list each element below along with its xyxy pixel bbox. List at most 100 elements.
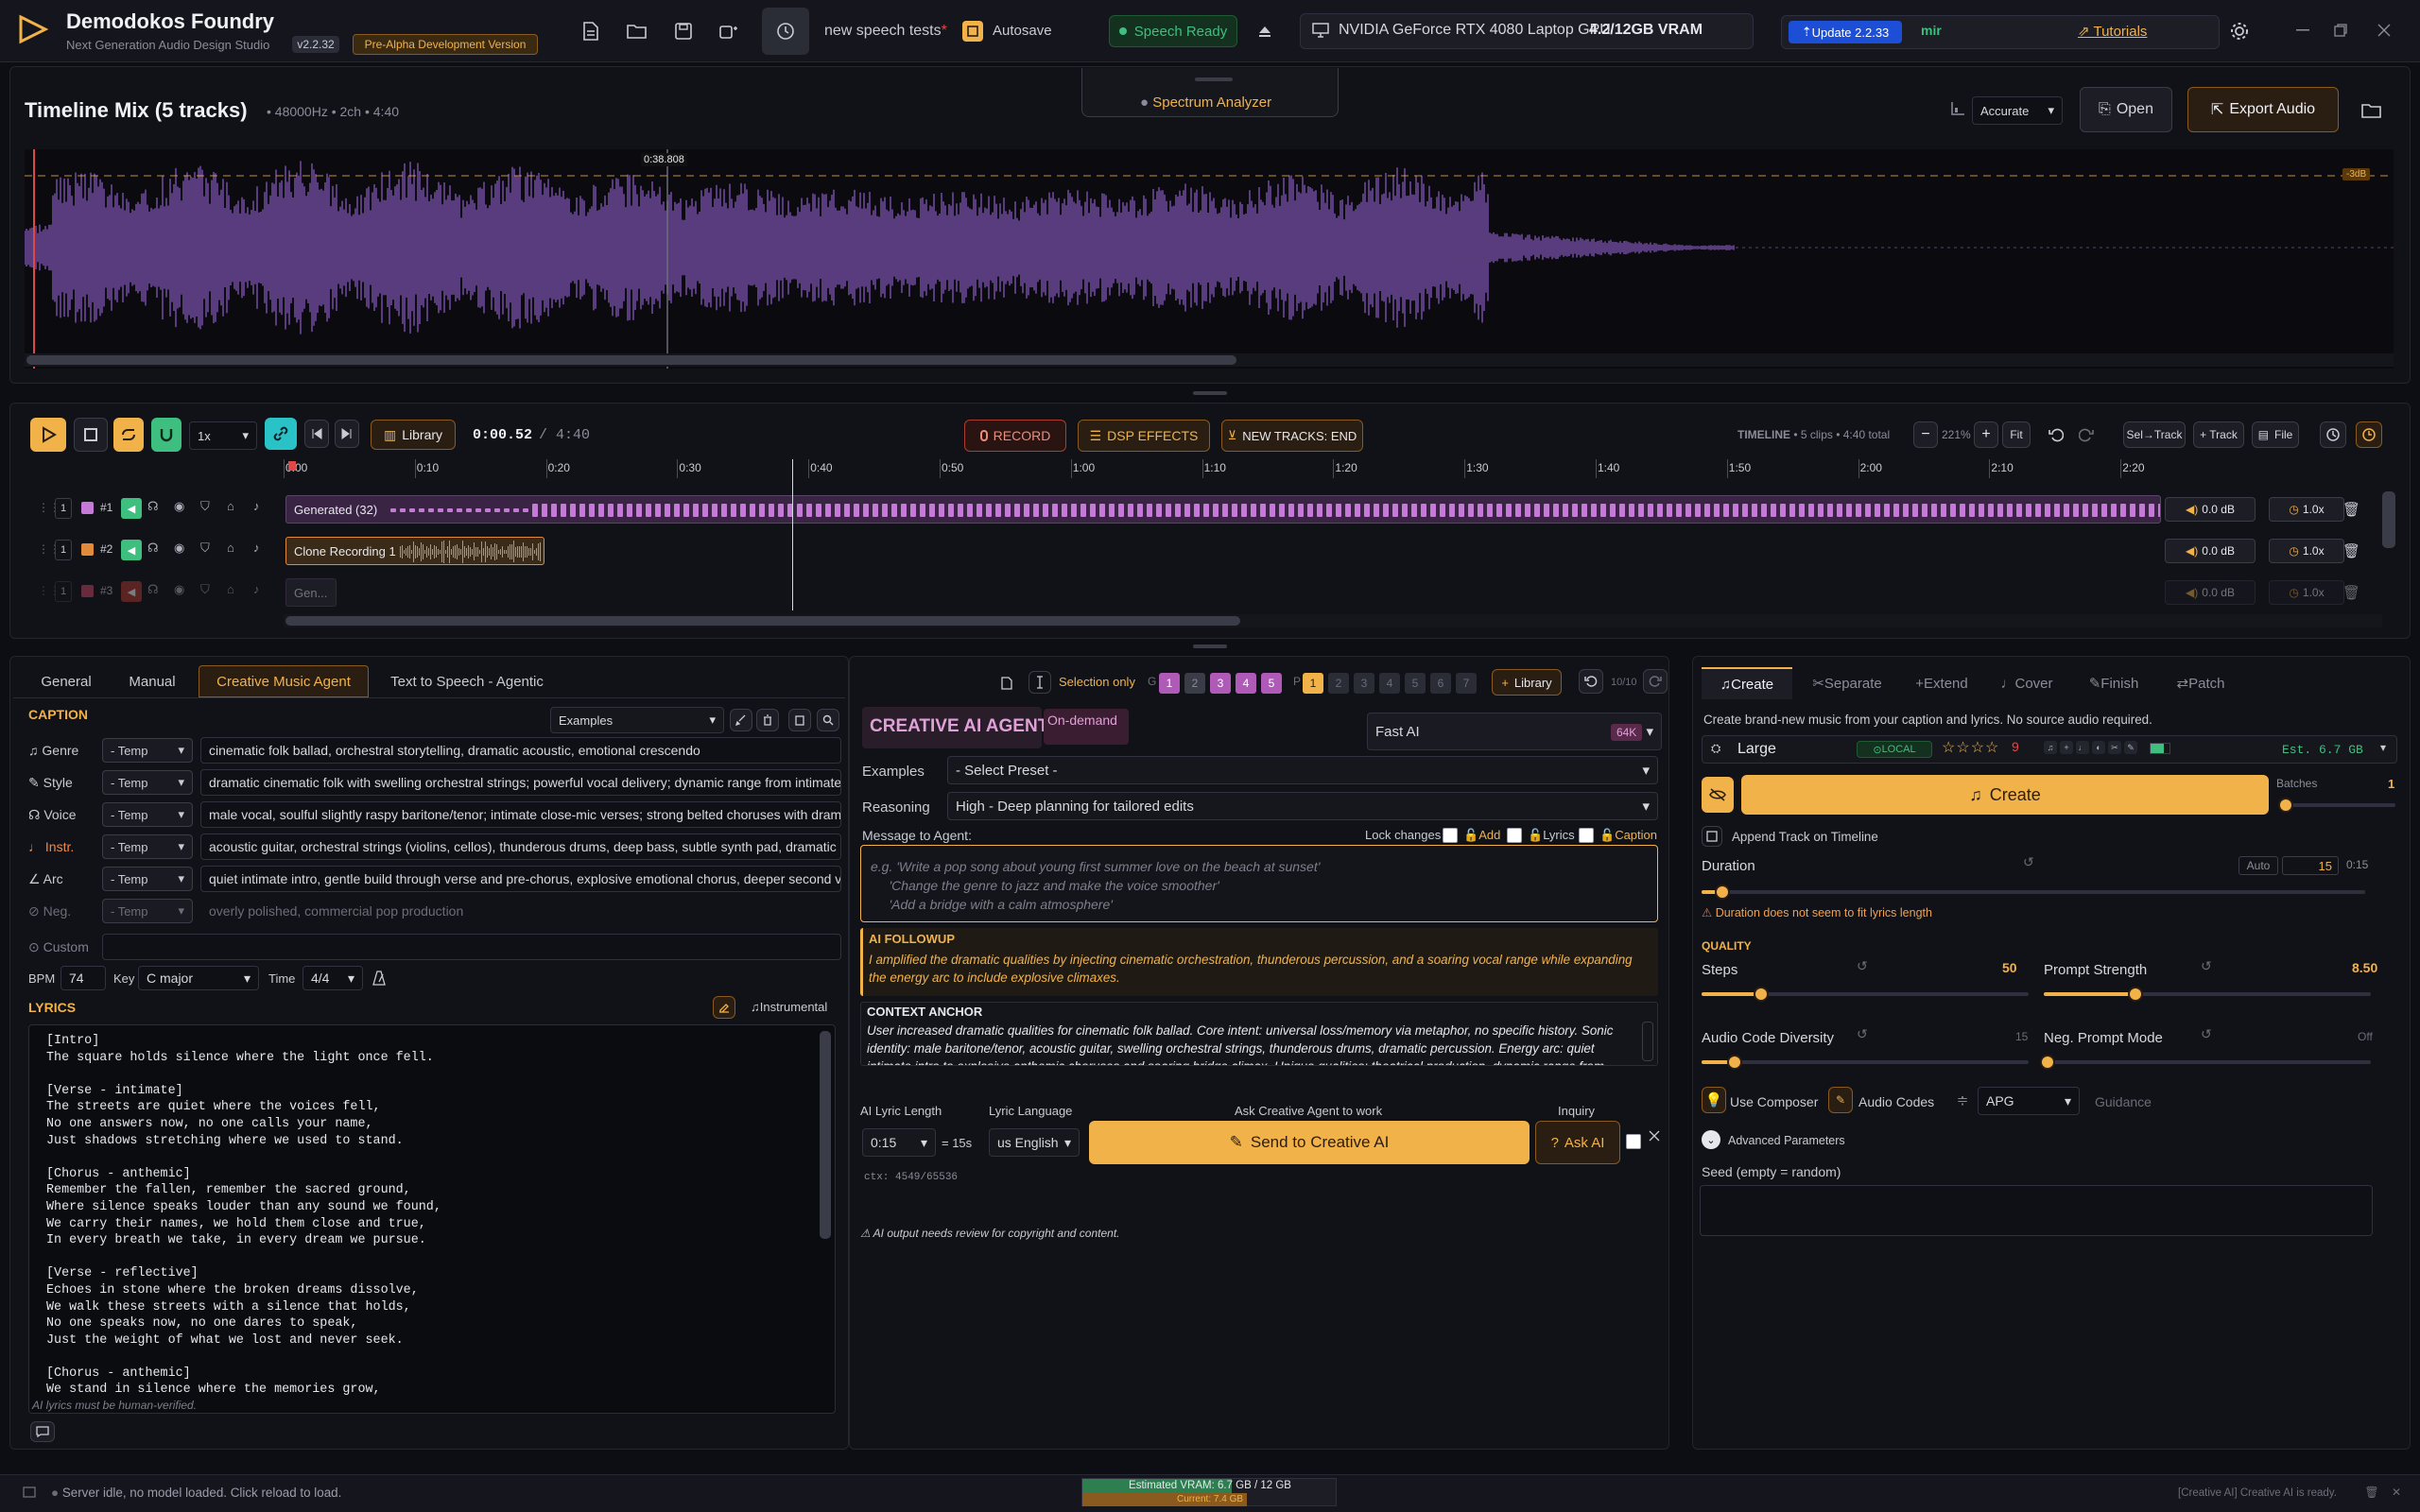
expand-icon[interactable] — [1647, 1128, 1662, 1143]
microphone-icon[interactable]: ♪ — [253, 541, 260, 555]
audio-codes-icon[interactable]: ✎ — [1828, 1087, 1853, 1113]
undo-icon[interactable] — [2044, 421, 2068, 448]
drag-handle[interactable] — [1195, 77, 1233, 81]
slider-knob[interactable] — [1754, 987, 1769, 1002]
clock-icon[interactable] — [2356, 421, 2382, 448]
document-icon[interactable] — [996, 673, 1017, 694]
shield-icon[interactable]: ⛉ — [200, 582, 210, 597]
tab-patch[interactable]: ⇄ Patch — [2163, 667, 2238, 699]
search-icon[interactable] — [817, 709, 839, 731]
chart-scale-icon[interactable] — [1947, 98, 1968, 119]
autosave-icon[interactable] — [962, 21, 983, 42]
track-clip[interactable]: Gen... — [285, 578, 337, 607]
audio-code-diversity-slider[interactable] — [1702, 1055, 2029, 1070]
library-button[interactable]: ▥ Library — [371, 420, 456, 450]
headphones-icon[interactable]: ☊ — [147, 582, 159, 597]
delete-track-icon[interactable]: 🗑 — [2342, 542, 2360, 559]
history-icon[interactable] — [2320, 421, 2346, 448]
advanced-chevron-icon[interactable]: ⌄ — [1702, 1130, 1720, 1149]
track-speed[interactable]: ◷ 1.0x — [2269, 497, 2344, 522]
track-lane-number[interactable]: 1 — [55, 498, 72, 519]
instrumental-toggle[interactable]: ♫Instrumental — [751, 1000, 827, 1014]
inquiry-checkbox[interactable] — [1626, 1134, 1641, 1149]
server-icon[interactable] — [19, 1482, 40, 1503]
link-icon[interactable] — [265, 418, 297, 450]
custom-field[interactable] — [102, 934, 841, 960]
lyrics-scrollbar[interactable] — [820, 1031, 831, 1239]
track-color-swatch[interactable] — [81, 502, 94, 514]
append-track-label[interactable]: Append Track on Timeline — [1732, 830, 1878, 844]
microphone-icon[interactable]: ♪ — [253, 582, 260, 596]
tab-cover[interactable]: ♩ Cover — [1989, 667, 2065, 699]
delete-icon[interactable] — [756, 709, 779, 731]
eye-icon[interactable]: ◉ — [174, 541, 184, 556]
lock-lyrics-checkbox[interactable] — [1507, 828, 1522, 843]
track-speed[interactable]: ◷ 1.0x — [2269, 580, 2344, 605]
caption-voice-field[interactable]: male vocal, soulful slightly raspy barit… — [200, 801, 841, 828]
folder-icon[interactable] — [2358, 98, 2386, 123]
track-color-swatch[interactable] — [81, 585, 94, 597]
preset-select[interactable]: - Select Preset - ▾ — [947, 756, 1658, 784]
track-gain[interactable]: ◀) 0.0 dB — [2165, 539, 2256, 563]
append-icon[interactable] — [1702, 826, 1722, 847]
headphones-icon[interactable]: ☊ — [147, 541, 159, 556]
magnet-icon[interactable] — [151, 418, 182, 452]
render-quality-select[interactable]: Accurate ▾ — [1972, 96, 2063, 125]
send-to-creative-ai-button[interactable]: ✎ Send to Creative AI — [1089, 1121, 1530, 1164]
tab-create[interactable]: ♫ Create — [1702, 667, 1792, 699]
tab-extend[interactable]: + Extend — [1904, 667, 1979, 699]
waveform-view[interactable] — [25, 149, 2394, 369]
tab-separate[interactable]: ✂ Separate — [1800, 667, 1894, 699]
shield-icon[interactable]: ⛉ — [200, 541, 210, 556]
composer-icon[interactable]: 💡 — [1702, 1087, 1726, 1113]
eject-icon[interactable] — [1253, 21, 1276, 42]
caption-style-temp-select[interactable]: - Temp ▾ — [102, 770, 193, 795]
model-select[interactable]: Fast AI 64K ▾ — [1367, 713, 1662, 750]
duration-input[interactable]: 15 — [2282, 856, 2339, 875]
headphones-icon[interactable]: ☊ — [147, 499, 159, 514]
open-folder-icon[interactable] — [624, 19, 650, 43]
tab-general[interactable]: General — [28, 665, 104, 697]
prompt-strength-reset-icon[interactable]: ↺ — [2201, 958, 2212, 974]
group-chip-p1[interactable]: 1 — [1303, 673, 1323, 694]
tab-finish[interactable]: ✎ Finish — [2076, 667, 2152, 699]
time-signature-select[interactable]: 4/4 ▾ — [302, 966, 363, 990]
splitter-handle[interactable] — [1193, 391, 1227, 395]
model-dropdown-chevron-icon[interactable]: ▾ — [2380, 741, 2386, 754]
advanced-parameters-toggle[interactable]: Advanced Parameters — [1728, 1134, 1845, 1147]
group-chip-g3[interactable]: 3 — [1210, 673, 1231, 694]
lock-caption-label[interactable]: 🔓Caption — [1599, 828, 1657, 843]
file-button[interactable]: ▤ File — [2252, 421, 2299, 448]
update-button[interactable]: ⇡ Update 2.2.33 — [1789, 21, 1902, 43]
agent-message-input[interactable]: e.g. 'Write a pop song about young first… — [860, 845, 1658, 922]
open-button[interactable]: ⎘ Open — [2080, 87, 2172, 132]
server-status[interactable]: ● Server idle, no model loaded. Click re… — [51, 1486, 341, 1500]
track-playhead[interactable] — [792, 459, 793, 610]
playback-speed-select[interactable]: 1x ▾ — [189, 421, 257, 450]
new-tracks-button[interactable]: ⊻ NEW TRACKS: END — [1221, 420, 1363, 452]
lock-add-label[interactable]: 🔓Add — [1463, 828, 1500, 843]
group-chip-g2[interactable]: 2 — [1184, 673, 1205, 694]
metronome-icon[interactable] — [369, 968, 389, 988]
brush-icon[interactable] — [730, 709, 752, 731]
track-clip[interactable]: Generated (32) — [285, 495, 2161, 524]
group-chip-p4[interactable]: 4 — [1379, 673, 1400, 694]
shield-icon[interactable]: ⛉ — [200, 499, 210, 514]
splitter-handle[interactable] — [1193, 644, 1227, 648]
skip-back-icon[interactable] — [304, 420, 329, 448]
eye-icon[interactable]: ◉ — [174, 582, 184, 597]
edit-lyrics-icon[interactable] — [713, 996, 735, 1019]
reasoning-select[interactable]: High - Deep planning for tailored edits ▾ — [947, 792, 1658, 820]
ask-ai-button[interactable]: ? Ask AI — [1535, 1121, 1620, 1164]
caption-style-field[interactable]: dramatic cinematic folk with swelling or… — [200, 769, 841, 796]
guidance-method-select[interactable]: APG ▾ — [1978, 1087, 2080, 1115]
spectrum-analyzer-label[interactable]: ● Spectrum Analyzer — [1140, 94, 1271, 111]
audio-codes-label[interactable]: Audio Codes — [1858, 1094, 1934, 1109]
context-anchor-scrollbar[interactable] — [1642, 1022, 1653, 1061]
stop-button[interactable] — [74, 418, 108, 452]
lock-icon[interactable]: ⌂ — [227, 499, 234, 513]
duration-reset-icon[interactable]: ↺ — [2023, 854, 2034, 870]
group-chip-g1[interactable]: 1 — [1159, 673, 1180, 694]
group-chip-g4[interactable]: 4 — [1236, 673, 1256, 694]
play-button[interactable] — [30, 418, 66, 452]
